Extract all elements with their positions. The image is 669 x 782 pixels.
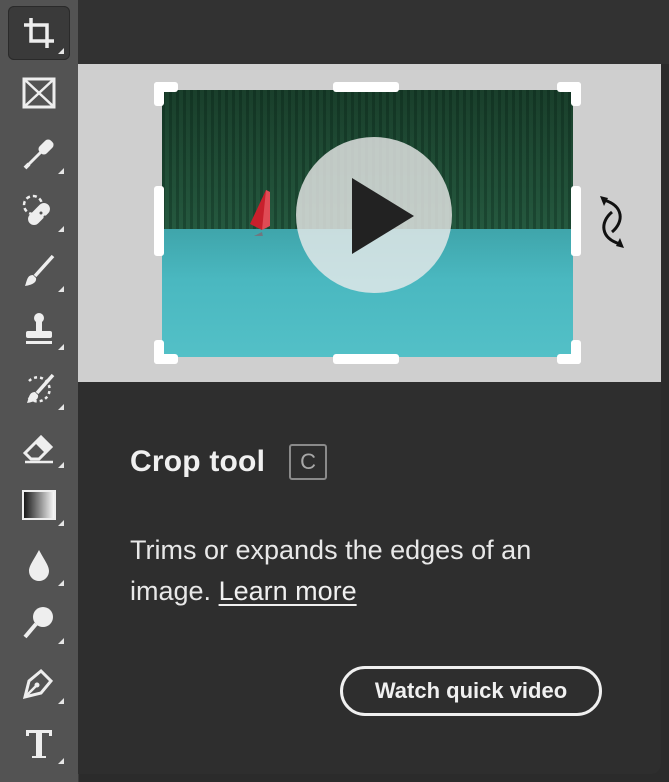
history-brush-tool-button[interactable] [8, 362, 70, 416]
crop-handle-bottom-left-v [154, 340, 164, 364]
eraser-icon [22, 434, 54, 464]
frame-icon [22, 77, 56, 109]
play-icon [352, 178, 414, 254]
crop-handle-top-left-v [154, 82, 164, 106]
frame-tool-button[interactable] [8, 66, 70, 120]
brush-icon [25, 254, 55, 286]
pen-icon [22, 668, 54, 700]
type-icon [26, 730, 52, 758]
canoe-image [250, 190, 270, 236]
pen-tool-button[interactable] [8, 656, 70, 710]
rotate-icon [600, 196, 624, 248]
top-band [78, 0, 669, 64]
history-brush-icon [25, 373, 55, 403]
eyedropper-tool-button[interactable] [8, 126, 70, 180]
tool-description: Trims or expands the edges of an image. … [130, 530, 600, 612]
crop-handle-top-mid [333, 82, 399, 92]
crop-handle-bottom-mid [333, 354, 399, 364]
blur-tool-button[interactable] [8, 538, 70, 592]
crop-tool-button[interactable] [8, 6, 70, 60]
video-preview[interactable] [78, 64, 661, 382]
tool-tooltip-panel: Crop tool C Trims or expands the edges o… [78, 64, 661, 774]
gradient-tool-button[interactable] [8, 478, 70, 532]
crop-handle-left-mid [154, 186, 164, 256]
dodge-icon [23, 607, 53, 639]
shortcut-key-badge: C [289, 444, 328, 480]
learn-more-link[interactable]: Learn more [219, 576, 357, 606]
dodge-tool-button[interactable] [8, 596, 70, 650]
clone-stamp-icon [26, 313, 52, 344]
type-tool-button[interactable] [8, 716, 70, 770]
crop-handle-bottom-right-v [571, 340, 581, 364]
tool-title: Crop tool [130, 445, 266, 478]
crop-handle-right-mid [571, 186, 581, 256]
watch-quick-video-button[interactable]: Watch quick video [340, 666, 602, 716]
crop-icon [24, 18, 54, 48]
crop-handle-top-right-v [571, 82, 581, 106]
clone-stamp-tool-button[interactable] [8, 302, 70, 356]
eyedropper-icon [23, 139, 54, 170]
healing-brush-icon [22, 194, 50, 225]
brush-tool-button[interactable] [8, 244, 70, 298]
gradient-icon [22, 490, 56, 520]
tools-toolbar [0, 0, 79, 782]
healing-brush-tool-button[interactable] [8, 184, 70, 238]
eraser-tool-button[interactable] [8, 420, 70, 474]
blur-icon [29, 550, 49, 581]
tooltip-title-row: Crop tool C [130, 444, 328, 480]
preview-image [162, 90, 573, 357]
